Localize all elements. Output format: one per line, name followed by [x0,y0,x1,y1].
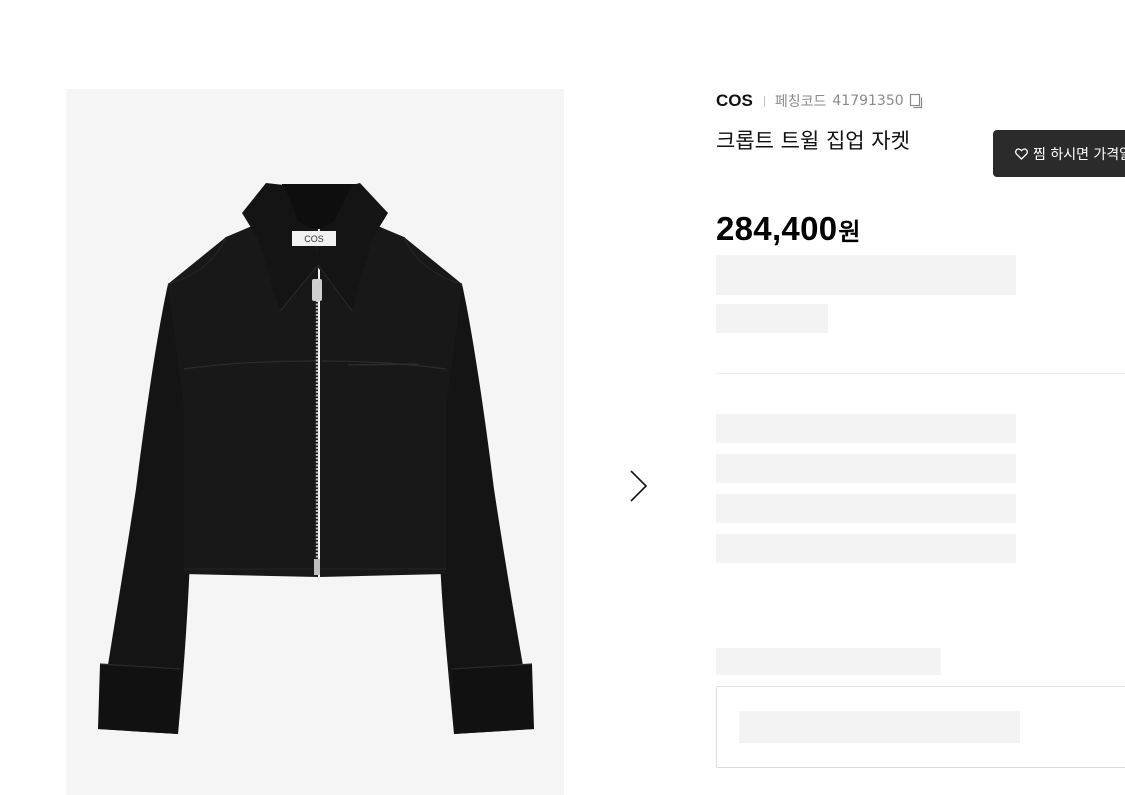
product-title: 크롭트 트윌 집업 자켓 [716,129,910,153]
chevron-right-icon [630,470,648,502]
skeleton-placeholder [739,711,1020,743]
fetching-code-label: 페칭코드 [774,94,827,110]
product-image[interactable]: COS [66,89,564,795]
next-image-button[interactable] [622,466,652,506]
skeleton-placeholder [716,304,828,333]
wishlist-label: 찜 하시면 가격알림 [1033,146,1125,163]
skeleton-placeholder [716,648,941,675]
separator [763,95,765,107]
divider [716,373,1125,374]
option-select-box[interactable] [716,686,1125,768]
skeleton-placeholder [716,454,1016,483]
skeleton-placeholder [716,534,1016,563]
price-currency: 원 [838,218,861,246]
jacket-illustration: COS [98,183,534,734]
skeleton-placeholder [716,255,1016,295]
price: 284,400원 [716,210,860,248]
brand-link[interactable]: COS [716,91,753,111]
skeleton-placeholder [716,414,1016,443]
garment-label-text: COS [304,234,324,244]
brand-row: COS 페칭코드 41791350 [716,90,924,112]
skeleton-placeholder [716,494,1016,523]
fetching-code-value: 41791350 [832,93,904,109]
heart-icon [1015,147,1028,160]
copy-icon[interactable] [908,93,924,109]
wishlist-button[interactable]: 찜 하시면 가격알림 [993,130,1125,177]
price-amount: 284,400 [716,210,838,247]
